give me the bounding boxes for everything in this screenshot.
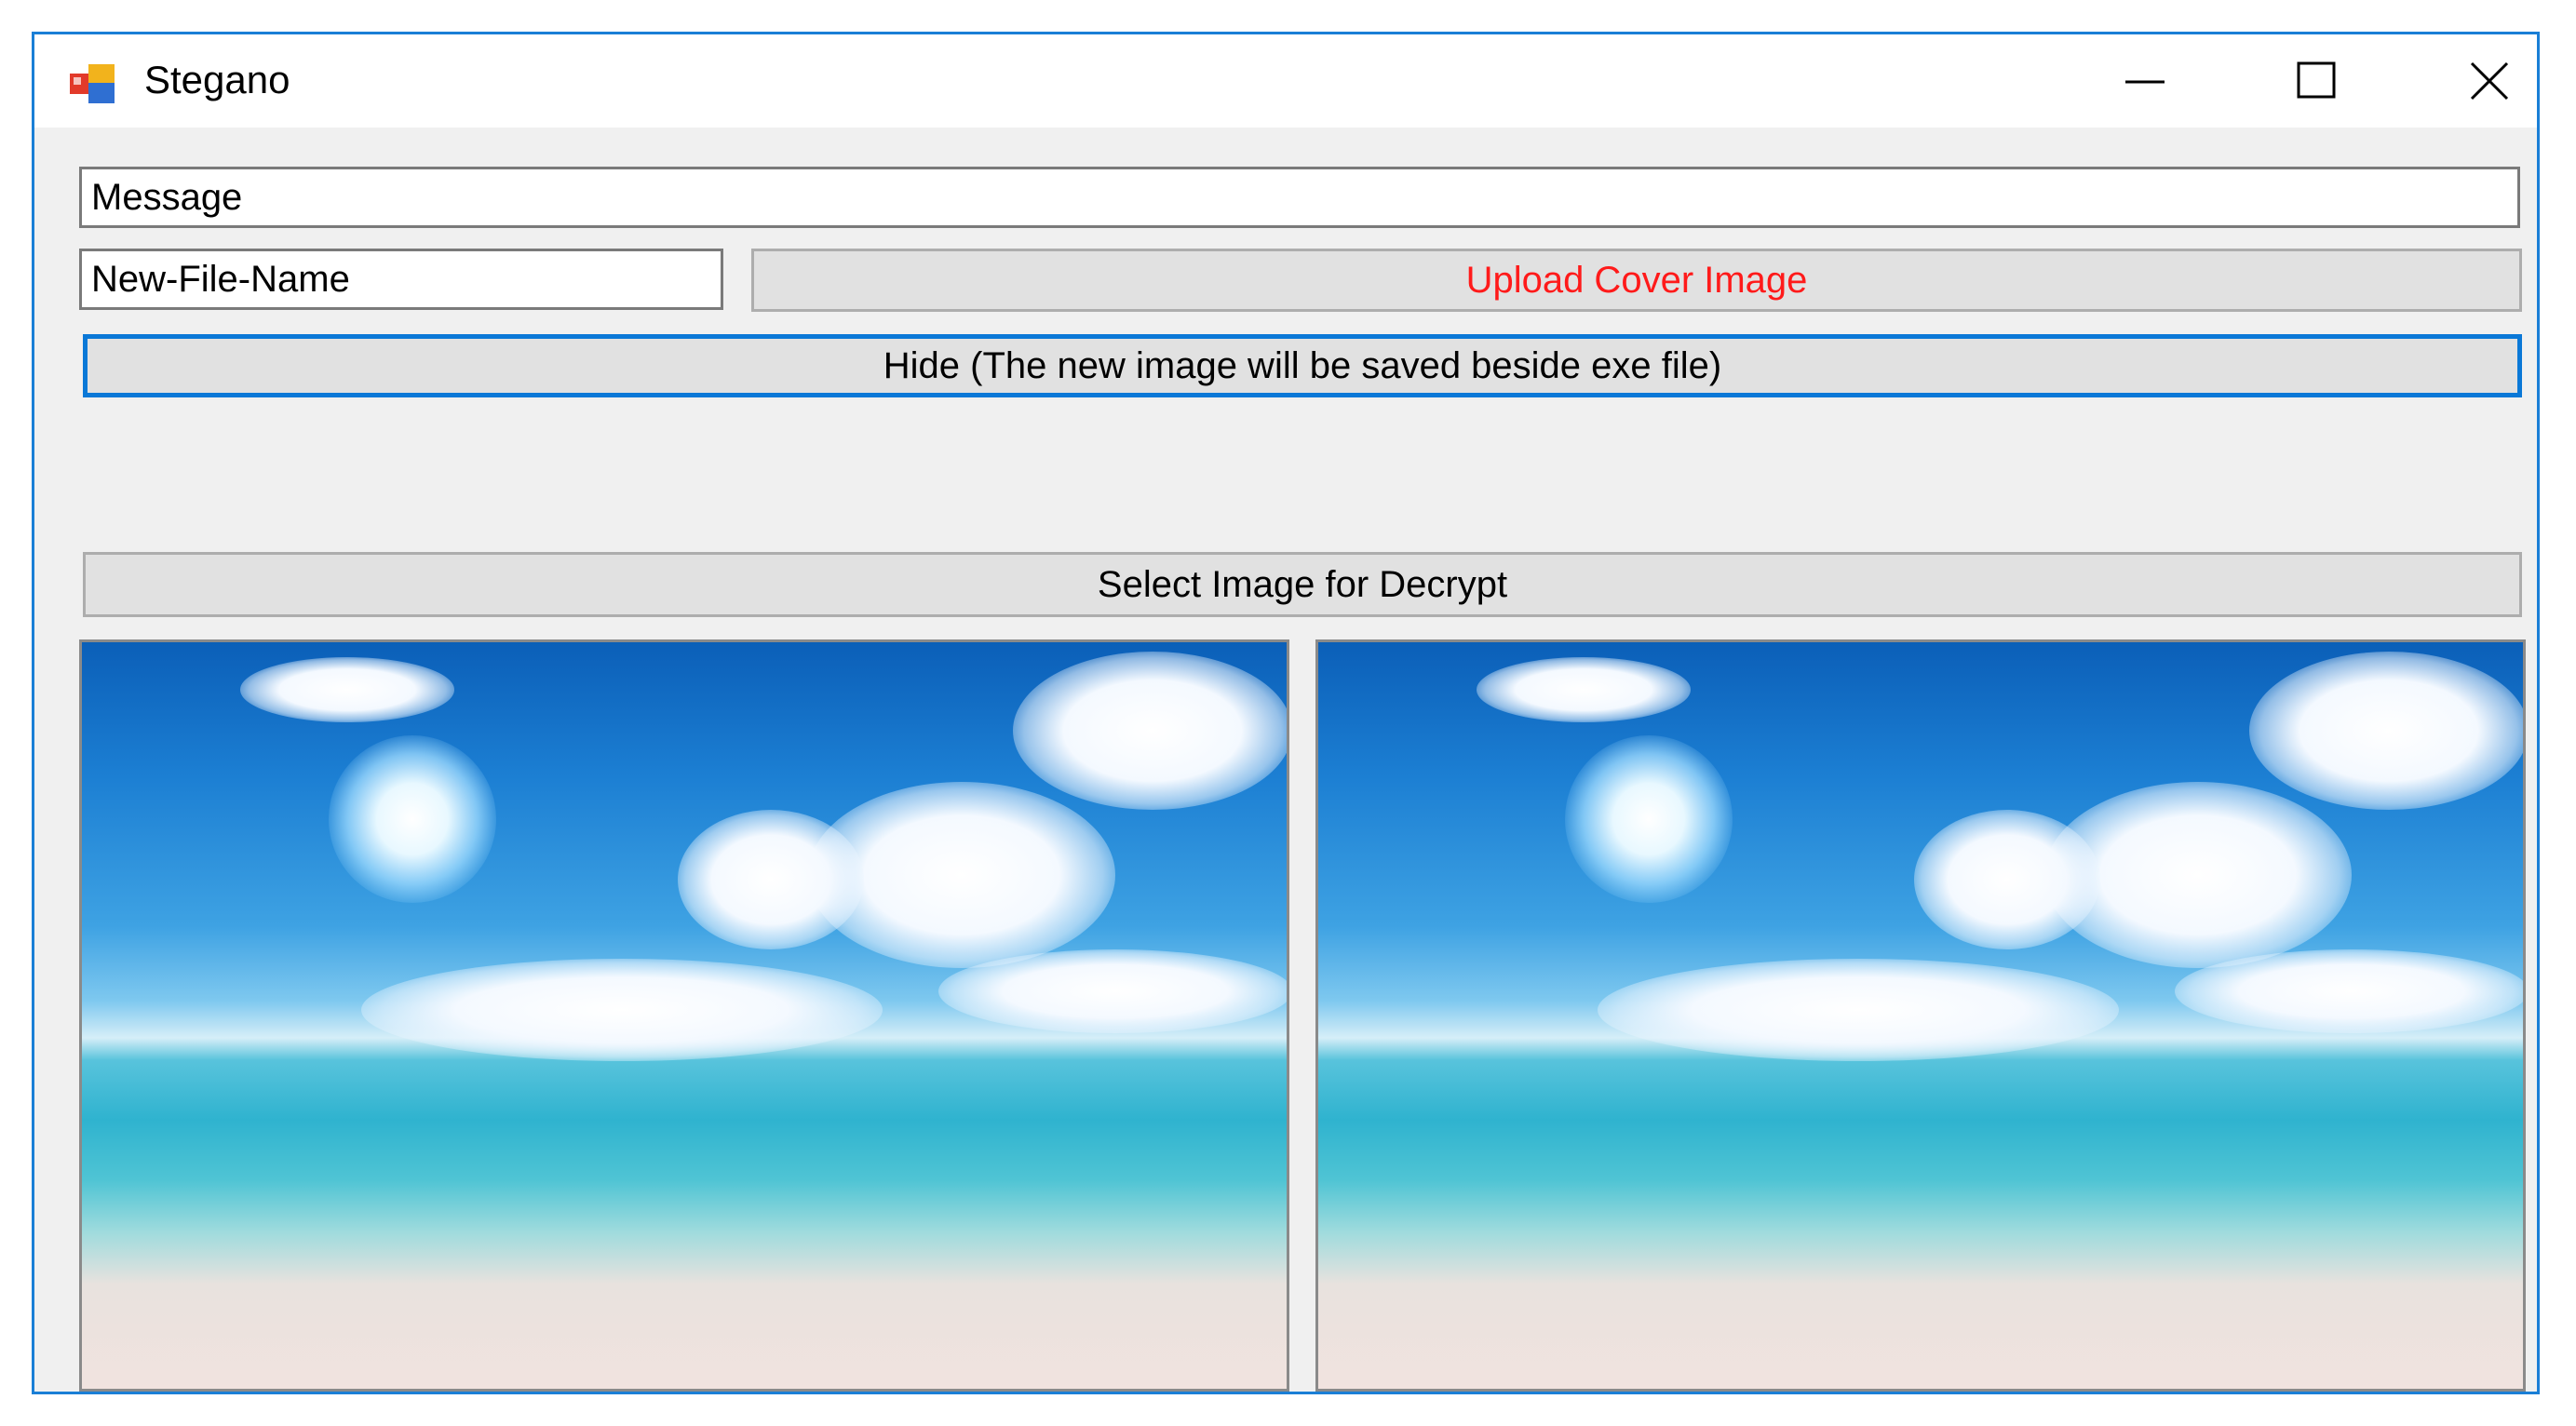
upload-cover-image-button[interactable]: Upload Cover Image bbox=[751, 249, 2522, 312]
new-file-name-input[interactable] bbox=[79, 249, 723, 310]
sun bbox=[329, 735, 496, 903]
sun bbox=[1565, 735, 1733, 903]
upload-cover-image-label: Upload Cover Image bbox=[1465, 259, 1808, 301]
title-bar[interactable]: Stegano bbox=[34, 34, 2537, 128]
message-input[interactable] bbox=[79, 167, 2520, 228]
app-icon bbox=[70, 64, 115, 103]
minimize-button[interactable] bbox=[2059, 34, 2231, 128]
maximize-button[interactable] bbox=[2231, 34, 2402, 128]
cloud bbox=[2175, 949, 2523, 1033]
close-icon bbox=[2470, 61, 2509, 101]
cloud bbox=[1598, 959, 2119, 1061]
cloud bbox=[678, 810, 864, 949]
minimize-icon bbox=[2125, 80, 2165, 84]
window-title: Stegano bbox=[144, 58, 290, 101]
cloud bbox=[240, 657, 454, 722]
close-button[interactable] bbox=[2404, 34, 2575, 128]
select-image-decrypt-button[interactable]: Select Image for Decrypt bbox=[83, 552, 2522, 617]
cloud bbox=[361, 959, 883, 1061]
cloud bbox=[1013, 652, 1287, 810]
hide-button[interactable]: Hide (The new image will be saved beside… bbox=[83, 334, 2522, 397]
cloud bbox=[1914, 810, 2100, 949]
select-image-decrypt-label: Select Image for Decrypt bbox=[1097, 563, 1508, 605]
cover-image-preview bbox=[79, 639, 1289, 1392]
hide-button-label: Hide (The new image will be saved beside… bbox=[883, 344, 1722, 386]
stegano-window: Stegano Upload Cover Image Hide (The new… bbox=[32, 32, 2540, 1394]
cloud bbox=[938, 949, 1287, 1033]
cloud bbox=[1477, 657, 1691, 722]
maximize-icon bbox=[2297, 61, 2336, 99]
cloud bbox=[2249, 652, 2523, 810]
stego-image-preview bbox=[1315, 639, 2526, 1392]
